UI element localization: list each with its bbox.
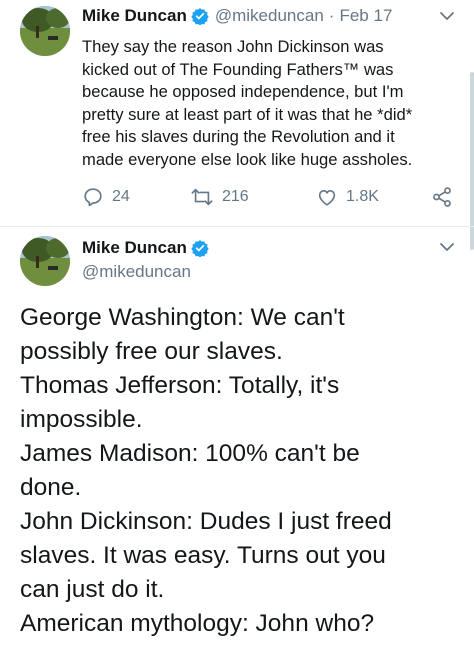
author-handle[interactable]: @mikeduncan	[215, 6, 324, 26]
tweet-header: Mike Duncan	[82, 238, 209, 258]
avatar[interactable]	[20, 6, 70, 56]
reply-count: 24	[112, 188, 130, 205]
retweet-count: 216	[222, 188, 249, 205]
reply-button[interactable]: 24	[82, 186, 130, 208]
tweet-date[interactable]: Feb 17	[339, 6, 392, 26]
verified-badge-icon	[191, 240, 209, 257]
tweet-header: Mike Duncan @mikeduncan · Feb 17	[82, 6, 392, 26]
retweet-button[interactable]: 216	[190, 186, 249, 208]
author-name[interactable]: Mike Duncan	[82, 6, 187, 26]
author-handle[interactable]: @mikeduncan	[82, 262, 191, 282]
verified-badge-icon	[191, 8, 209, 25]
share-icon	[433, 187, 451, 207]
avatar[interactable]	[20, 236, 70, 286]
reply-icon	[84, 188, 102, 207]
avatar-image	[20, 6, 70, 56]
tweet-text: George Washington: We can't possibly fre…	[20, 304, 392, 637]
scrollbar[interactable]	[470, 72, 474, 250]
chevron-down-icon[interactable]	[439, 11, 455, 21]
like-count: 1.8K	[346, 188, 379, 205]
retweet-icon	[191, 188, 213, 206]
tweet-actions: 24 216 1.8K	[82, 186, 462, 216]
author-name[interactable]: Mike Duncan	[82, 238, 187, 258]
share-button[interactable]	[430, 186, 462, 208]
tweet-divider	[0, 226, 474, 227]
avatar-image	[20, 236, 70, 286]
tweet-text: They say the reason John Dickinson was k…	[82, 37, 413, 169]
like-button[interactable]: 1.8K	[316, 186, 379, 208]
like-icon	[318, 190, 336, 206]
chevron-down-icon[interactable]	[439, 242, 455, 252]
separator-dot: ·	[328, 6, 335, 25]
